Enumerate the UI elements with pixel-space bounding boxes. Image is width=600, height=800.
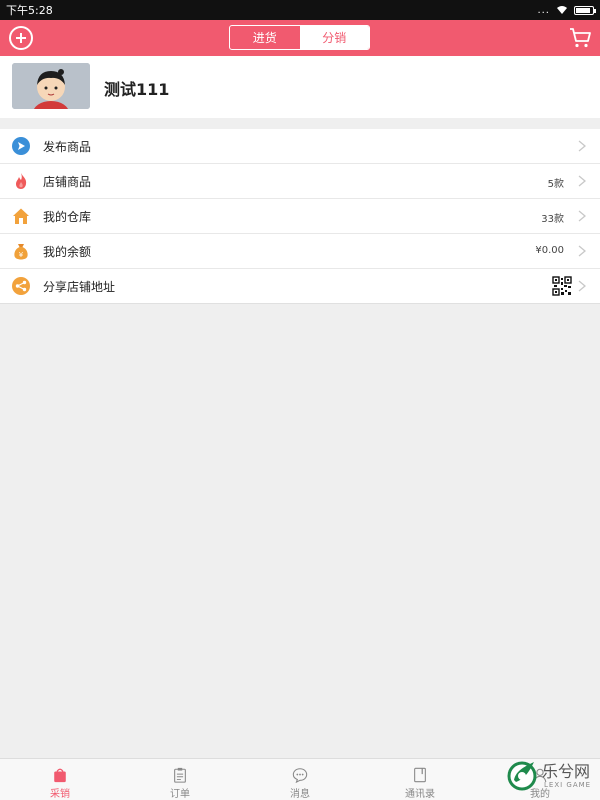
menu-value: 5款 (547, 179, 564, 190)
money-bag-icon: ¥ (14, 244, 28, 260)
menu-label: 我的余额 (43, 245, 92, 259)
shopping-bag-icon (54, 768, 66, 783)
menu-label: 店铺商品 (43, 175, 92, 189)
chevron-right-icon (578, 280, 586, 292)
menu-label: 发布商品 (43, 140, 92, 154)
add-icon[interactable] (9, 26, 33, 50)
menu-label: 分享店铺地址 (43, 280, 116, 294)
nav-label: 通讯录 (405, 789, 435, 800)
nav-label: 订单 (170, 789, 190, 800)
top-bar: 进货 分销 (0, 20, 600, 56)
nav-tab-orders[interactable]: 订单 (120, 759, 240, 800)
menu-list: 发布商品 店铺商品 5款 我的仓库 33款 ¥ 我的余额 ¥0.00 分享店铺地… (0, 129, 600, 304)
menu-label: 我的仓库 (43, 210, 92, 224)
share-icon (12, 277, 30, 295)
status-icons: ... (537, 4, 596, 16)
nav-tab-messages[interactable]: 消息 (240, 759, 360, 800)
menu-item-shop-products[interactable]: 店铺商品 5款 (0, 164, 600, 199)
nav-label: 采销 (50, 789, 70, 800)
chevron-right-icon (578, 175, 586, 187)
tab-purchase[interactable]: 进货 (230, 26, 300, 49)
chat-bubble-icon (292, 768, 308, 783)
menu-value: ¥0.00 (535, 245, 564, 256)
cart-icon[interactable] (568, 26, 592, 50)
chevron-right-icon (578, 245, 586, 257)
house-icon (13, 208, 29, 224)
contacts-book-icon (414, 767, 426, 783)
profile-card[interactable]: 测试111 (0, 56, 600, 118)
menu-item-share-shop[interactable]: 分享店铺地址 (0, 269, 600, 304)
svg-text:¥: ¥ (19, 251, 24, 259)
nav-tab-contacts[interactable]: 通讯录 (360, 759, 480, 800)
watermark-sub: LEXI GAME (544, 781, 592, 789)
status-time: 下午5:28 (6, 4, 53, 17)
clipboard-icon (174, 767, 186, 783)
profile-name: 测试111 (104, 80, 170, 99)
chevron-right-icon (578, 210, 586, 222)
menu-item-publish[interactable]: 发布商品 (0, 129, 600, 164)
menu-item-warehouse[interactable]: 我的仓库 33款 (0, 199, 600, 234)
avatar[interactable] (12, 63, 90, 109)
qr-code-icon[interactable] (552, 276, 572, 296)
watermark-text: 乐兮网 (542, 762, 591, 781)
segmented-control: 进货 分销 (229, 25, 370, 50)
status-bar: 下午5:28 ... (0, 0, 600, 20)
watermark: 乐兮网 LEXI GAME (502, 754, 596, 798)
menu-item-balance[interactable]: ¥ 我的余额 ¥0.00 (0, 234, 600, 269)
wifi-icon (556, 5, 568, 15)
menu-value: 33款 (541, 214, 564, 225)
watermark-logo-icon (507, 761, 537, 791)
tab-distribution[interactable]: 分销 (299, 26, 369, 49)
flame-icon (16, 173, 27, 189)
nav-tab-purchase-sales[interactable]: 采销 (0, 759, 120, 800)
battery-icon (574, 5, 596, 15)
chevron-right-icon (578, 140, 586, 152)
status-dots: ... (537, 4, 550, 16)
publish-icon (12, 137, 30, 155)
nav-label: 消息 (290, 789, 310, 800)
